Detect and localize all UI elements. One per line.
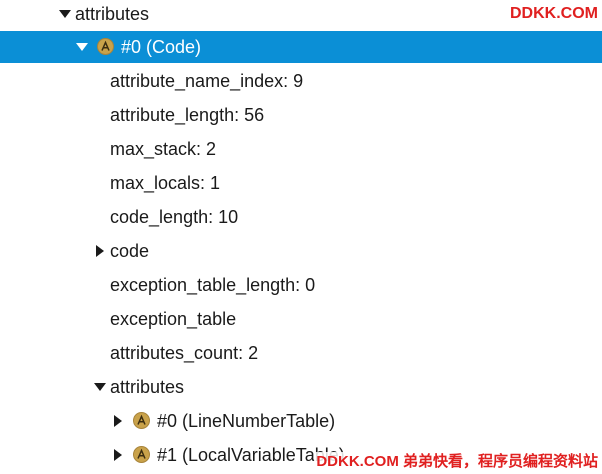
attribute-icon xyxy=(97,38,114,55)
tree-node-code[interactable]: code xyxy=(0,234,602,268)
field-text: attribute_length: 56 xyxy=(110,105,265,125)
field-text: exception_table_length: 0 xyxy=(110,275,316,295)
watermark-bottom: DDKK.COM 弟弟快看，程序员编程资料站 xyxy=(314,452,598,472)
field-text: code_length: 10 xyxy=(110,207,239,227)
field-text: attribute_name_index: 9 xyxy=(110,71,304,91)
tree-node-label: attributes xyxy=(75,4,150,24)
expand-arrow-icon[interactable] xyxy=(111,404,125,438)
tree-leaf[interactable]: code_length: 10 xyxy=(0,200,602,234)
tree-leaf[interactable]: max_locals: 1 xyxy=(0,166,602,200)
class-structure-tree: attributes #0 (Code) attribute_name_inde… xyxy=(0,0,602,474)
expand-arrow-icon[interactable] xyxy=(93,234,107,268)
expand-arrow-icon[interactable] xyxy=(93,370,107,404)
tree-node-label: code xyxy=(110,241,150,261)
tree-leaf[interactable]: attribute_name_index: 9 xyxy=(0,64,602,98)
expand-arrow-icon[interactable] xyxy=(75,31,89,63)
field-text: max_locals: 1 xyxy=(110,173,221,193)
attribute-icon xyxy=(133,412,150,429)
tree-leaf[interactable]: attributes_count: 2 xyxy=(0,336,602,370)
expand-arrow-icon[interactable] xyxy=(111,438,125,472)
expand-arrow-icon[interactable] xyxy=(58,0,72,31)
tree-node-line-number-table[interactable]: #0 (LineNumberTable) xyxy=(0,404,602,438)
field-text: max_stack: 2 xyxy=(110,139,217,159)
tree-leaf[interactable]: max_stack: 2 xyxy=(0,132,602,166)
attribute-icon xyxy=(133,446,150,463)
watermark-top: DDKK.COM xyxy=(510,5,598,22)
tree-leaf[interactable]: exception_table xyxy=(0,302,602,336)
tree-leaf[interactable]: attribute_length: 56 xyxy=(0,98,602,132)
tree-node-code-attribute[interactable]: #0 (Code) xyxy=(0,31,602,63)
field-text: attributes_count: 2 xyxy=(110,343,259,363)
tree-node-label: #0 (Code) xyxy=(121,37,202,57)
tree-node-nested-attributes[interactable]: attributes xyxy=(0,370,602,404)
tree-leaf[interactable]: exception_table_length: 0 xyxy=(0,268,602,302)
tree-node-label: attributes xyxy=(110,377,185,397)
field-text: exception_table xyxy=(110,309,237,329)
tree-node-label: #0 (LineNumberTable) xyxy=(157,411,336,431)
